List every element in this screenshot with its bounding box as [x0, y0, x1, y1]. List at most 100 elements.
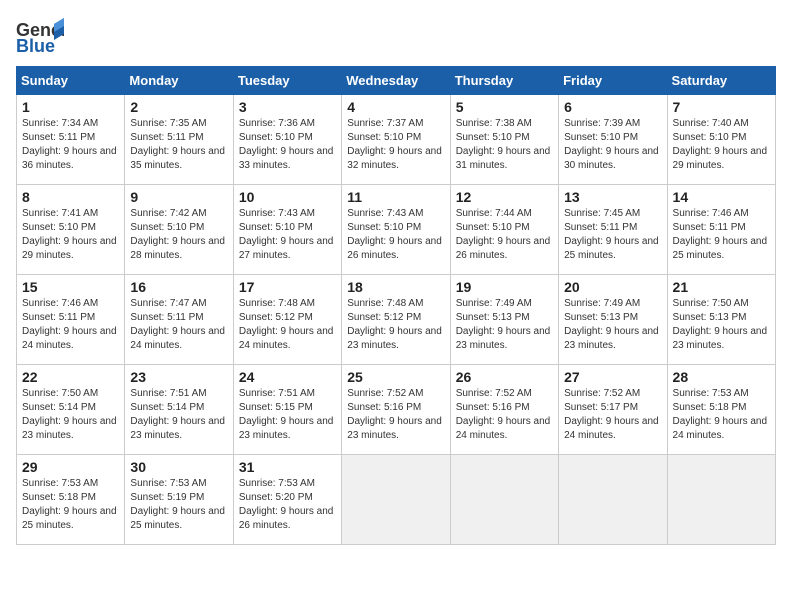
- day-info: Sunrise: 7:50 AMSunset: 5:14 PMDaylight:…: [22, 387, 119, 443]
- day-info: Sunrise: 7:38 AMSunset: 5:10 PMDaylight:…: [456, 117, 553, 173]
- day-info: Sunrise: 7:53 AMSunset: 5:18 PMDaylight:…: [673, 387, 770, 443]
- day-info: Sunrise: 7:51 AMSunset: 5:15 PMDaylight:…: [239, 387, 336, 443]
- day-number: 9: [130, 189, 227, 205]
- day-info: Sunrise: 7:52 AMSunset: 5:17 PMDaylight:…: [564, 387, 661, 443]
- day-info: Sunrise: 7:53 AMSunset: 5:20 PMDaylight:…: [239, 477, 336, 533]
- day-number: 25: [347, 369, 444, 385]
- header-sunday: Sunday: [17, 67, 125, 95]
- table-row: 9 Sunrise: 7:42 AMSunset: 5:10 PMDaylight…: [125, 185, 233, 275]
- day-info: Sunrise: 7:44 AMSunset: 5:10 PMDaylight:…: [456, 207, 553, 263]
- day-number: 7: [673, 99, 770, 115]
- day-number: 27: [564, 369, 661, 385]
- day-number: 23: [130, 369, 227, 385]
- table-row: 20 Sunrise: 7:49 AMSunset: 5:13 PMDayligh…: [559, 275, 667, 365]
- table-row: 12 Sunrise: 7:44 AMSunset: 5:10 PMDayligh…: [450, 185, 558, 275]
- day-number: 15: [22, 279, 119, 295]
- day-info: Sunrise: 7:36 AMSunset: 5:10 PMDaylight:…: [239, 117, 336, 173]
- table-row: 24 Sunrise: 7:51 AMSunset: 5:15 PMDayligh…: [233, 365, 341, 455]
- day-info: Sunrise: 7:46 AMSunset: 5:11 PMDaylight:…: [673, 207, 770, 263]
- table-row: 14 Sunrise: 7:46 AMSunset: 5:11 PMDayligh…: [667, 185, 775, 275]
- table-row: 7Sunrise: 7:40 AMSunset: 5:10 PMDaylight…: [667, 95, 775, 185]
- table-row: 10 Sunrise: 7:43 AMSunset: 5:10 PMDayligh…: [233, 185, 341, 275]
- page-header: General Blue: [16, 16, 776, 58]
- day-info: Sunrise: 7:34 AMSunset: 5:11 PMDaylight:…: [22, 117, 119, 173]
- day-info: Sunrise: 7:41 AMSunset: 5:10 PMDaylight:…: [22, 207, 119, 263]
- svg-text:Blue: Blue: [16, 36, 55, 56]
- day-info: Sunrise: 7:53 AMSunset: 5:19 PMDaylight:…: [130, 477, 227, 533]
- table-row: 4 Sunrise: 7:37 AMSunset: 5:10 PMDaylight…: [342, 95, 450, 185]
- day-info: Sunrise: 7:46 AMSunset: 5:11 PMDaylight:…: [22, 297, 119, 353]
- day-info: Sunrise: 7:49 AMSunset: 5:13 PMDaylight:…: [456, 297, 553, 353]
- table-row: 5 Sunrise: 7:38 AMSunset: 5:10 PMDaylight…: [450, 95, 558, 185]
- table-row: 11 Sunrise: 7:43 AMSunset: 5:10 PMDayligh…: [342, 185, 450, 275]
- day-number: 20: [564, 279, 661, 295]
- empty-cell: [450, 455, 558, 545]
- logo-icon: General Blue: [16, 16, 64, 58]
- day-number: 26: [456, 369, 553, 385]
- table-row: 6 Sunrise: 7:39 AMSunset: 5:10 PMDaylight…: [559, 95, 667, 185]
- table-row: 19 Sunrise: 7:49 AMSunset: 5:13 PMDayligh…: [450, 275, 558, 365]
- day-info: Sunrise: 7:52 AMSunset: 5:16 PMDaylight:…: [456, 387, 553, 443]
- day-number: 5: [456, 99, 553, 115]
- table-row: 27 Sunrise: 7:52 AMSunset: 5:17 PMDayligh…: [559, 365, 667, 455]
- day-number: 3: [239, 99, 336, 115]
- day-info: Sunrise: 7:37 AMSunset: 5:10 PMDaylight:…: [347, 117, 444, 173]
- weekday-header-row: Sunday Monday Tuesday Wednesday Thursday…: [17, 67, 776, 95]
- table-row: 28 Sunrise: 7:53 AMSunset: 5:18 PMDayligh…: [667, 365, 775, 455]
- table-row: 22Sunrise: 7:50 AMSunset: 5:14 PMDayligh…: [17, 365, 125, 455]
- day-number: 1: [22, 99, 119, 115]
- day-number: 8: [22, 189, 119, 205]
- table-row: 17 Sunrise: 7:48 AMSunset: 5:12 PMDayligh…: [233, 275, 341, 365]
- table-row: 29 Sunrise: 7:53 AMSunset: 5:18 PMDayligh…: [17, 455, 125, 545]
- day-info: Sunrise: 7:43 AMSunset: 5:10 PMDaylight:…: [347, 207, 444, 263]
- day-info: Sunrise: 7:48 AMSunset: 5:12 PMDaylight:…: [347, 297, 444, 353]
- table-row: 13 Sunrise: 7:45 AMSunset: 5:11 PMDayligh…: [559, 185, 667, 275]
- day-number: 16: [130, 279, 227, 295]
- day-number: 6: [564, 99, 661, 115]
- day-number: 13: [564, 189, 661, 205]
- day-info: Sunrise: 7:48 AMSunset: 5:12 PMDaylight:…: [239, 297, 336, 353]
- day-info: Sunrise: 7:35 AMSunset: 5:11 PMDaylight:…: [130, 117, 227, 173]
- table-row: 1 Sunrise: 7:34 AMSunset: 5:11 PMDaylight…: [17, 95, 125, 185]
- empty-cell: [342, 455, 450, 545]
- day-info: Sunrise: 7:49 AMSunset: 5:13 PMDaylight:…: [564, 297, 661, 353]
- day-number: 28: [673, 369, 770, 385]
- logo: General Blue: [16, 16, 68, 58]
- day-number: 19: [456, 279, 553, 295]
- day-number: 12: [456, 189, 553, 205]
- day-number: 11: [347, 189, 444, 205]
- day-number: 14: [673, 189, 770, 205]
- day-info: Sunrise: 7:43 AMSunset: 5:10 PMDaylight:…: [239, 207, 336, 263]
- day-number: 30: [130, 459, 227, 475]
- header-monday: Monday: [125, 67, 233, 95]
- table-row: 3 Sunrise: 7:36 AMSunset: 5:10 PMDaylight…: [233, 95, 341, 185]
- day-info: Sunrise: 7:39 AMSunset: 5:10 PMDaylight:…: [564, 117, 661, 173]
- table-row: 21 Sunrise: 7:50 AMSunset: 5:13 PMDayligh…: [667, 275, 775, 365]
- header-wednesday: Wednesday: [342, 67, 450, 95]
- day-number: 2: [130, 99, 227, 115]
- day-number: 29: [22, 459, 119, 475]
- day-info: Sunrise: 7:42 AMSunset: 5:10 PMDaylight:…: [130, 207, 227, 263]
- day-info: Sunrise: 7:50 AMSunset: 5:13 PMDaylight:…: [673, 297, 770, 353]
- day-info: Sunrise: 7:51 AMSunset: 5:14 PMDaylight:…: [130, 387, 227, 443]
- header-friday: Friday: [559, 67, 667, 95]
- day-number: 24: [239, 369, 336, 385]
- table-row: 26 Sunrise: 7:52 AMSunset: 5:16 PMDayligh…: [450, 365, 558, 455]
- table-row: 2 Sunrise: 7:35 AMSunset: 5:11 PMDaylight…: [125, 95, 233, 185]
- table-row: 23 Sunrise: 7:51 AMSunset: 5:14 PMDayligh…: [125, 365, 233, 455]
- table-row: 25Sunrise: 7:52 AMSunset: 5:16 PMDayligh…: [342, 365, 450, 455]
- table-row: 8 Sunrise: 7:41 AMSunset: 5:10 PMDaylight…: [17, 185, 125, 275]
- day-info: Sunrise: 7:45 AMSunset: 5:11 PMDaylight:…: [564, 207, 661, 263]
- day-number: 4: [347, 99, 444, 115]
- table-row: 15 Sunrise: 7:46 AMSunset: 5:11 PMDayligh…: [17, 275, 125, 365]
- table-row: 18 Sunrise: 7:48 AMSunset: 5:12 PMDayligh…: [342, 275, 450, 365]
- day-number: 10: [239, 189, 336, 205]
- table-row: 30 Sunrise: 7:53 AMSunset: 5:19 PMDayligh…: [125, 455, 233, 545]
- table-row: 31 Sunrise: 7:53 AMSunset: 5:20 PMDayligh…: [233, 455, 341, 545]
- day-number: 18: [347, 279, 444, 295]
- day-info: Sunrise: 7:53 AMSunset: 5:18 PMDaylight:…: [22, 477, 119, 533]
- day-number: 21: [673, 279, 770, 295]
- day-number: 31: [239, 459, 336, 475]
- day-number: 17: [239, 279, 336, 295]
- header-saturday: Saturday: [667, 67, 775, 95]
